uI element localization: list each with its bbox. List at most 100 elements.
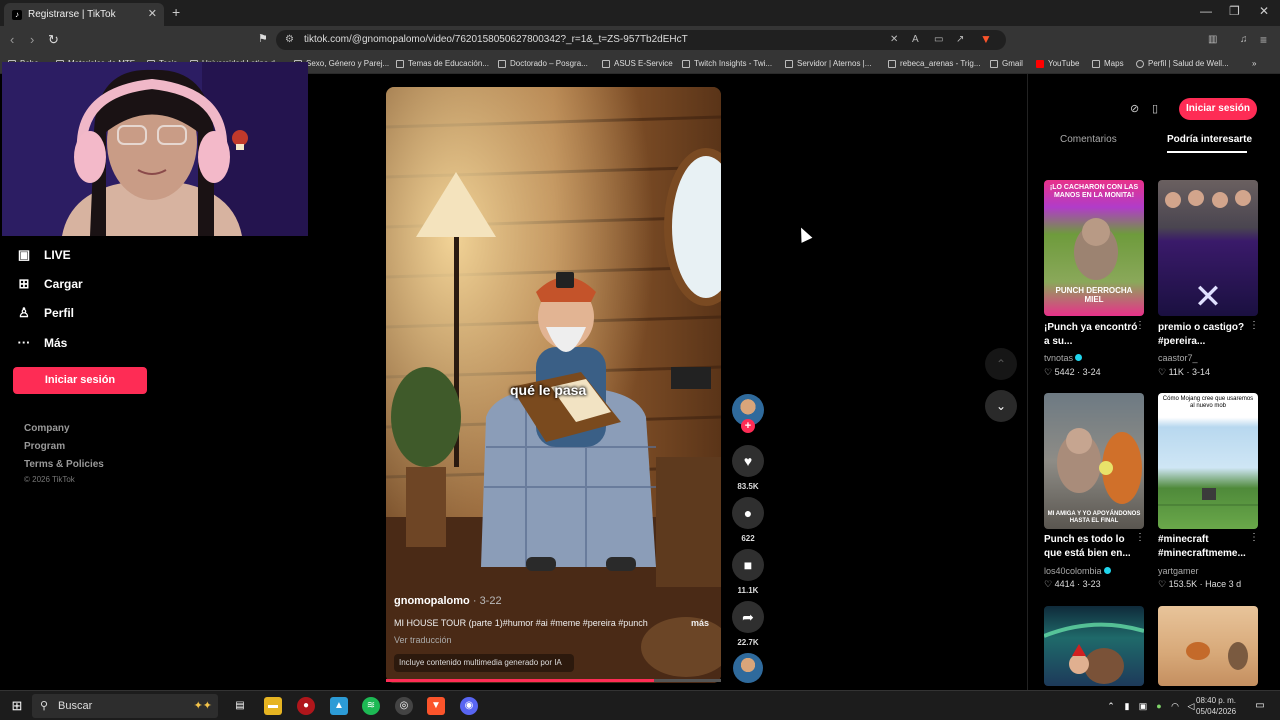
phone-icon[interactable]: ▯ [1152, 102, 1158, 115]
footer-link-terms[interactable]: Terms & Policies [24, 459, 104, 470]
taskbar-clock[interactable]: 08:40 p. m. 05/04/2026 [1196, 695, 1236, 717]
share-button[interactable]: ➦ [732, 601, 764, 633]
nav-live[interactable]: ▣ LIVE [16, 247, 71, 263]
video-thumbnail[interactable]: ¡LO CACHARON CON LAS MANOS EN LA MONITA!… [1044, 180, 1144, 316]
card-title[interactable]: premio o castigo? #pereira... [1158, 321, 1253, 349]
video-thumbnail[interactable]: MI AMIGA Y YO APOYÁNDONOS HASTA EL FINAL [1044, 393, 1144, 529]
bookmark-item[interactable]: Servidor | Aternos |... [785, 59, 871, 68]
card-meta: ♡ 153.5K · Hace 3 d [1158, 579, 1242, 589]
menu-icon[interactable]: ≡ [1260, 33, 1267, 47]
card-title[interactable]: ¡Punch ya encontró a su... [1044, 321, 1139, 349]
footer-link-program[interactable]: Program [24, 441, 65, 452]
new-tab-button[interactable]: + [172, 4, 180, 20]
more-bookmarks-icon[interactable]: » [1252, 59, 1256, 68]
taskbar-search-input[interactable]: ⚲ Buscar ✦✦ [32, 694, 218, 718]
card-user[interactable]: caastor7_ [1158, 353, 1198, 363]
tab-title: Registrarse | TikTok [28, 9, 116, 20]
obs-icon[interactable]: ◎ [395, 697, 413, 715]
nav-label: LIVE [44, 248, 71, 262]
login-button[interactable]: Iniciar sesión [13, 367, 147, 394]
brave-shield-icon[interactable]: ▼ [980, 32, 992, 46]
reload-icon[interactable]: ↻ [48, 32, 59, 48]
photos-icon[interactable]: ▲ [330, 697, 348, 715]
nav-more[interactable]: ··· Más [16, 335, 68, 350]
thumbnail-image: ✕ [1165, 190, 1251, 316]
notifications-icon[interactable]: ▭ [1251, 697, 1269, 715]
bookmark-item[interactable]: Maps [1092, 59, 1124, 68]
site-info-icon[interactable]: ⚙ [285, 30, 294, 50]
bookmark-item[interactable]: Doctorado – Posgra... [498, 59, 588, 68]
reindeer-image [1044, 622, 1144, 684]
translate-icon[interactable]: A [912, 34, 919, 45]
bookmark-item[interactable]: YouTube [1036, 59, 1079, 68]
bookmark-item[interactable]: Perfil | Salud de Well... [1136, 59, 1229, 68]
close-window-icon[interactable]: ✕ [1259, 4, 1269, 18]
card-user[interactable]: los40colombia [1044, 566, 1111, 576]
card-user[interactable]: yartgamer [1158, 566, 1199, 576]
comment-button[interactable]: ● [732, 497, 764, 529]
compass-icon[interactable]: ⊘ [1130, 102, 1139, 115]
bookmark-item[interactable]: Twitch Insights - Twi... [682, 59, 772, 68]
bookmark-item[interactable]: Gmail [990, 59, 1023, 68]
reader-icon[interactable]: ▭ [934, 34, 943, 45]
bookmark-item[interactable]: Temas de Educación... [396, 59, 489, 68]
nav-upload[interactable]: ⊞ Cargar [16, 276, 83, 292]
bookmark-item[interactable]: Sexo, Género y Parej... [294, 59, 389, 68]
windows-start-icon[interactable]: ⊞ [8, 697, 26, 715]
footer-link-company[interactable]: Company [24, 423, 70, 434]
file-explorer-icon[interactable]: ▬ [264, 697, 282, 715]
address-bar-row: ‹ › ↻ ⚑ ⚙ tiktok.com/@gnomopalomo/video/… [0, 26, 1280, 54]
previous-video-button[interactable]: ⌃ [985, 348, 1017, 380]
card-meta: ♡ 4414 · 3-23 [1044, 579, 1101, 589]
bookmark-icon[interactable]: ⚑ [258, 32, 268, 45]
discord-icon[interactable]: ◉ [460, 697, 478, 715]
ai-content-label: Incluye contenido multimedia generado po… [394, 654, 574, 672]
card-title[interactable]: Punch es todo lo que está bien en... [1044, 533, 1139, 561]
next-video-button[interactable]: ⌄ [985, 390, 1017, 422]
video-progress-bar[interactable] [386, 679, 721, 682]
video-thumbnail[interactable]: Cómo Mojang cree que usaremos al nuevo m… [1158, 393, 1258, 529]
bookmark-folder[interactable]: ASUS E-Service [602, 59, 673, 68]
heart-icon: ♥ [743, 453, 753, 469]
restore-icon[interactable]: ❐ [1229, 4, 1240, 18]
brave-icon[interactable]: ▼ [427, 697, 445, 715]
video-thumbnail[interactable] [1044, 606, 1144, 686]
video-description: MI HOUSE TOUR (parte 1)#humor #ai #meme … [394, 618, 648, 628]
video-author[interactable]: gnomopalomo · 3-22 [394, 595, 502, 607]
music-disc-avatar[interactable] [733, 653, 763, 683]
card-options-icon[interactable]: ⋮ [1135, 532, 1145, 543]
share-icon[interactable]: ↗ [956, 34, 964, 45]
like-button[interactable]: ♥ [732, 445, 764, 477]
media-icon[interactable]: ♫ [1240, 34, 1248, 45]
mute-icon[interactable]: ✕ [890, 34, 898, 45]
video-thumbnail[interactable]: ✕ [1158, 180, 1258, 316]
close-tab-icon[interactable]: ✕ [148, 7, 157, 20]
card-user[interactable]: tvnotas [1044, 353, 1083, 363]
card-options-icon[interactable]: ⋮ [1249, 320, 1259, 331]
spotify-icon[interactable]: ≋ [362, 697, 380, 715]
tab-comments[interactable]: Comentarios [1060, 134, 1117, 145]
card-options-icon[interactable]: ⋮ [1135, 320, 1145, 331]
verified-icon [1103, 567, 1111, 574]
back-icon[interactable]: ‹ [10, 32, 14, 47]
task-view-icon[interactable]: ▤ [231, 697, 249, 715]
browser-tab[interactable]: ♪ Registrarse | TikTok ✕ [4, 3, 164, 26]
login-button-right[interactable]: Iniciar sesión [1179, 98, 1257, 120]
sidebar-icon[interactable]: ▥ [1208, 34, 1217, 45]
bookmark-item[interactable]: rebeca_arenas - Trig... [888, 59, 980, 68]
author-name[interactable]: gnomopalomo [394, 595, 470, 607]
more-description-button[interactable]: más [691, 618, 709, 628]
live-icon: ▣ [17, 247, 31, 262]
tab-recommended[interactable]: Podría interesarte [1167, 134, 1257, 145]
card-title[interactable]: #minecraft #minecraftmeme... [1158, 533, 1253, 561]
translate-link[interactable]: Ver traducción [394, 635, 452, 645]
follow-button[interactable]: + [741, 419, 755, 433]
forward-icon[interactable]: › [30, 32, 34, 47]
app-icon[interactable]: ● [297, 697, 315, 715]
webcam-person-image [2, 62, 308, 236]
minimize-icon[interactable]: — [1200, 4, 1212, 18]
video-thumbnail[interactable] [1158, 606, 1258, 686]
nav-profile[interactable]: ♙ Perfil [16, 305, 74, 321]
card-options-icon[interactable]: ⋮ [1249, 532, 1259, 543]
save-button[interactable]: ■ [732, 549, 764, 581]
